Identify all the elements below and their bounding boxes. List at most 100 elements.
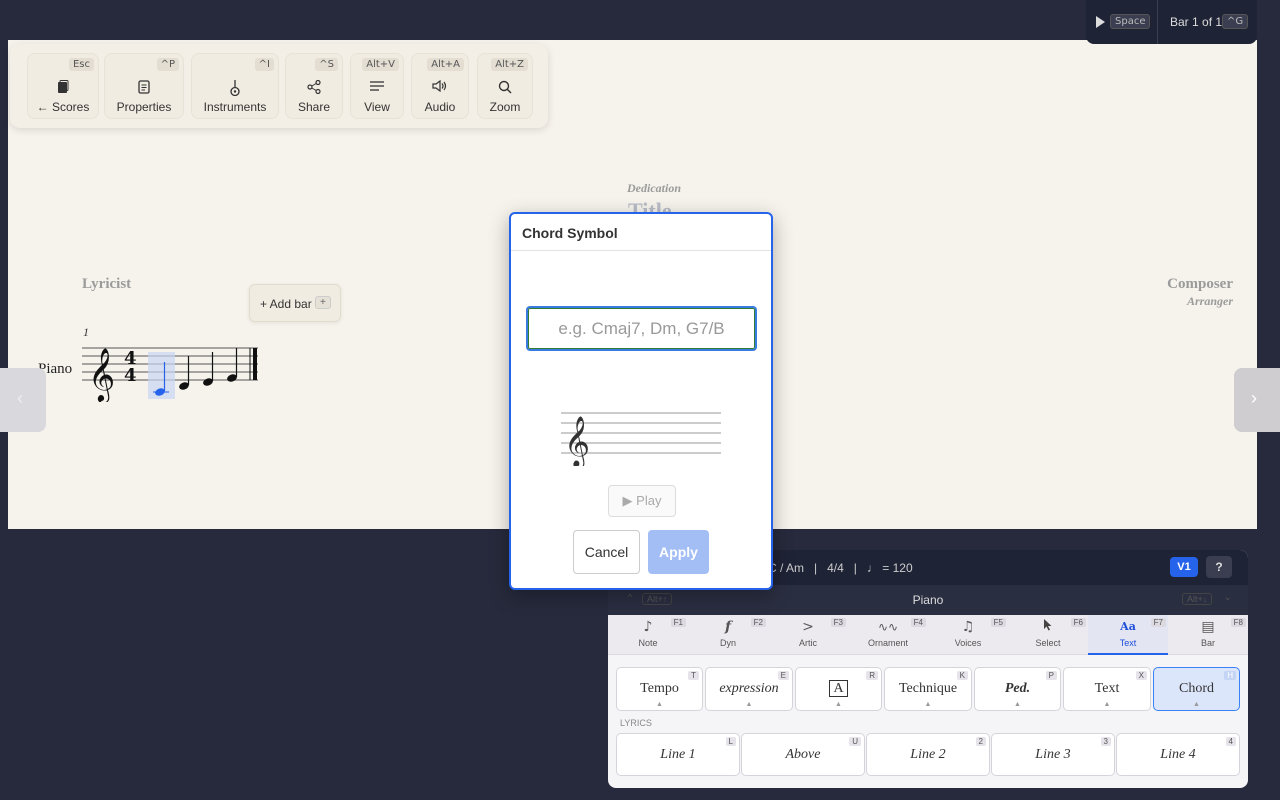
tab-label: Voices [954, 638, 982, 648]
treble-clef-icon: 𝄞 [88, 347, 115, 402]
palette-shortcut: X [1135, 671, 1147, 680]
zoom-label: Zoom [489, 100, 521, 114]
tab-shortcut: F6 [1070, 618, 1086, 627]
expand-arrow-icon: ▲ [656, 701, 663, 708]
play-shortcut: Space [1110, 14, 1151, 29]
tab-shortcut: F1 [670, 618, 686, 627]
palette-shortcut: K [956, 671, 968, 680]
chord-button[interactable]: Chord H ▲ [1153, 667, 1240, 711]
lyrics-label: Line 1 [660, 747, 696, 762]
tab-shortcut: F7 [1150, 618, 1166, 627]
goto-shortcut: ^G [1222, 14, 1249, 29]
share-button[interactable]: ^S Share [285, 53, 343, 119]
tab-label: Ornament [867, 638, 909, 648]
tab-label: Artic [799, 638, 817, 648]
zoom-button[interactable]: Alt+Z Zoom [477, 53, 533, 119]
rehearsal-mark-button[interactable]: A R ▲ [795, 667, 882, 711]
play-icon[interactable] [1096, 16, 1105, 28]
arranger-text[interactable]: Arranger [1187, 294, 1233, 309]
lyrics-label: Above [785, 747, 821, 762]
play-preview-button[interactable]: ▶ Play [608, 485, 676, 517]
palette-tabs: ♪ Note F1 f Dyn F2 > Artic F3 ∿∿ Ornamen… [608, 615, 1248, 655]
palette-label: Text [1094, 681, 1120, 696]
pedal-button[interactable]: Ped. P ▲ [974, 667, 1061, 711]
instruments-button[interactable]: ^I Instruments [191, 53, 279, 119]
chevron-left-icon: ‹ [17, 388, 23, 408]
tab-voices[interactable]: ♫ Voices F5 [928, 615, 1008, 655]
expand-arrow-icon: ▲ [1103, 701, 1111, 708]
text-button[interactable]: Text X ▲ [1063, 667, 1151, 711]
top-toolbar: Esc ← Scores ^P Properties ^I Instrument… [10, 44, 548, 128]
palette-shortcut: H [1224, 671, 1236, 680]
expand-arrow-icon: ▲ [835, 701, 842, 708]
lyrics-above-button[interactable]: Above U [741, 733, 865, 776]
lyrics-shortcut: L [725, 737, 736, 746]
palette-label: Technique [898, 681, 958, 696]
bar-status[interactable]: Bar 1 of 1 [1170, 15, 1222, 29]
treble-clef-icon: 𝄞 [564, 416, 590, 466]
score-title[interactable]: Title [628, 198, 672, 212]
lyrics-line-2-button[interactable]: Line 2 2 [866, 733, 990, 776]
divider [1157, 0, 1158, 44]
view-label: View [364, 100, 390, 114]
next-page-button[interactable]: › [1234, 368, 1280, 432]
tempo-button[interactable]: Tempo T ▲ [616, 667, 703, 711]
scores-button[interactable]: Esc ← Scores [27, 53, 99, 119]
note[interactable] [226, 348, 238, 383]
palette-label: expression [719, 681, 779, 696]
tab-text[interactable]: Aa Text F7 [1088, 615, 1168, 655]
chord-input[interactable] [526, 306, 757, 351]
lyrics-line-3-button[interactable]: Line 3 3 [991, 733, 1115, 776]
tab-artic[interactable]: > Artic F3 [768, 615, 848, 655]
lyrics-shortcut: 4 [1225, 737, 1236, 746]
composer-text[interactable]: Composer [1167, 276, 1233, 293]
shortcut-badge: ^S [315, 58, 338, 71]
expand-arrow-icon: ▲ [1014, 701, 1021, 708]
expression-button[interactable]: expression E ▲ [705, 667, 793, 711]
lyrics-line-1-button[interactable]: Line 1 L [616, 733, 740, 776]
dialog-title: Chord Symbol [522, 225, 618, 241]
tab-note[interactable]: ♪ Note F1 [608, 615, 688, 655]
palette-shortcut: T [688, 671, 699, 680]
tab-label: Bar [1200, 638, 1215, 648]
tab-label: Dyn [719, 638, 736, 648]
lyrics-label: Line 3 [1035, 747, 1071, 762]
share-label: Share [297, 100, 331, 114]
boxed-text-icon: A [796, 680, 881, 697]
audio-button[interactable]: Alt+A Audio [411, 53, 469, 119]
tab-dyn[interactable]: f Dyn F2 [688, 615, 768, 655]
note[interactable] [178, 356, 190, 391]
palette-shortcut: P [1045, 671, 1057, 680]
help-button[interactable]: ? [1206, 556, 1232, 578]
properties-button[interactable]: ^P Properties [104, 53, 184, 119]
lyricist-text[interactable]: Lyricist [82, 276, 131, 293]
bar-number: 1 [83, 325, 89, 339]
palette-shortcut: E [777, 671, 789, 680]
chevron-down-icon[interactable]: ⌄ [1224, 592, 1232, 603]
add-bar-button[interactable]: + Add bar + [249, 284, 341, 322]
lyrics-label: Line 2 [910, 747, 946, 762]
tab-shortcut: F2 [750, 618, 766, 627]
tab-bar[interactable]: ▤ Bar F8 [1168, 615, 1248, 655]
note[interactable] [202, 352, 214, 387]
view-button[interactable]: Alt+V View [350, 53, 404, 119]
prev-page-button[interactable]: ‹ [0, 368, 46, 432]
tab-select[interactable]: Select F6 [1008, 615, 1088, 655]
search-icon [478, 80, 532, 96]
tab-shortcut: F5 [990, 618, 1006, 627]
document-icon [105, 80, 183, 96]
tab-ornament[interactable]: ∿∿ Ornament F4 [848, 615, 928, 655]
scores-label: ← Scores [36, 100, 90, 114]
tab-shortcut: F4 [910, 618, 926, 627]
tab-shortcut: F8 [1230, 618, 1246, 627]
apply-button[interactable]: Apply [648, 530, 709, 574]
instruments-label: Instruments [203, 100, 267, 114]
voice-badge[interactable]: V1 [1170, 557, 1198, 577]
dedication-text[interactable]: Dedication [627, 181, 681, 196]
lyrics-line-4-button[interactable]: Line 4 4 [1116, 733, 1240, 776]
staff-system[interactable]: 𝄞 4 4 [82, 340, 262, 402]
cancel-button[interactable]: Cancel [573, 530, 640, 574]
lyrics-shortcut: 3 [1100, 737, 1111, 746]
status-text: C / Am | 4/4 | ♩ = 120 [768, 561, 913, 575]
technique-button[interactable]: Technique K ▲ [884, 667, 972, 711]
